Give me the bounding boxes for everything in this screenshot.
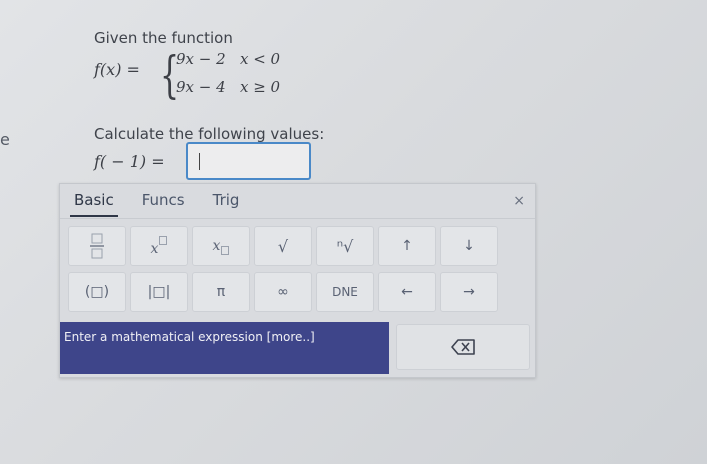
subscript-button[interactable]: x [192, 226, 250, 266]
tab-funcs[interactable]: Funcs [138, 189, 189, 217]
absolute-value-button[interactable]: |□| [130, 272, 188, 312]
dne-label: DNE [332, 285, 358, 299]
instruction-text: Calculate the following values: [94, 125, 325, 143]
sqrt-icon: √ [277, 236, 289, 256]
math-keypad: Basic Funcs Trig × x x √ ⁿ√ ↑ ↓ (□) |□| … [59, 183, 536, 378]
down-arrow-icon: ↓ [463, 238, 475, 254]
infinity-button[interactable]: ∞ [254, 272, 312, 312]
function-lhs: f(x) = [94, 60, 140, 79]
down-arrow-button[interactable]: ↓ [440, 226, 498, 266]
query-expression: f( − 1) = [94, 152, 165, 171]
hint-text[interactable]: Enter a mathematical expression [more..] [64, 330, 315, 344]
nth-root-icon: ⁿ√ [336, 236, 354, 256]
nth-root-button[interactable]: ⁿ√ [316, 226, 374, 266]
case-2-condition: x ≥ 0 [239, 78, 281, 96]
fraction-button[interactable] [68, 226, 126, 266]
case-row-1: 9x − 2 x < 0 [176, 50, 280, 68]
parentheses-icon: (□) [84, 284, 110, 300]
backspace-button[interactable] [396, 324, 530, 370]
dne-button[interactable]: DNE [316, 272, 374, 312]
right-arrow-icon: → [463, 284, 475, 300]
subscript-icon: x [213, 238, 230, 255]
close-keypad-button[interactable]: × [513, 193, 525, 209]
case-1-condition: x < 0 [239, 50, 281, 68]
superscript-icon: x [151, 235, 168, 257]
right-arrow-button[interactable]: → [440, 272, 498, 312]
text-caret [199, 153, 200, 170]
pi-icon: π [216, 284, 226, 300]
tab-trig[interactable]: Trig [209, 189, 244, 217]
backspace-icon [451, 339, 475, 355]
case-row-2: 9x − 4 x ≥ 0 [176, 78, 280, 96]
hint-bar: Enter a mathematical expression [more..] [60, 322, 389, 374]
sqrt-button[interactable]: √ [254, 226, 312, 266]
answer-input[interactable] [186, 142, 311, 180]
infinity-icon: ∞ [277, 284, 289, 300]
parentheses-button[interactable]: (□) [68, 272, 126, 312]
up-arrow-icon: ↑ [401, 238, 413, 254]
fraction-icon [90, 233, 104, 259]
left-arrow-button[interactable]: ← [378, 272, 436, 312]
case-2-expr: 9x − 4 [176, 78, 226, 96]
tab-divider [60, 218, 535, 219]
side-letter: e [0, 130, 10, 149]
pi-button[interactable]: π [192, 272, 250, 312]
absolute-value-icon: |□| [147, 284, 171, 300]
keypad-tabs: Basic Funcs Trig [70, 189, 243, 217]
superscript-button[interactable]: x [130, 226, 188, 266]
left-arrow-icon: ← [401, 284, 413, 300]
case-1-expr: 9x − 2 [176, 50, 226, 68]
up-arrow-button[interactable]: ↑ [378, 226, 436, 266]
tab-basic[interactable]: Basic [70, 189, 118, 217]
problem-intro: Given the function [94, 29, 233, 47]
